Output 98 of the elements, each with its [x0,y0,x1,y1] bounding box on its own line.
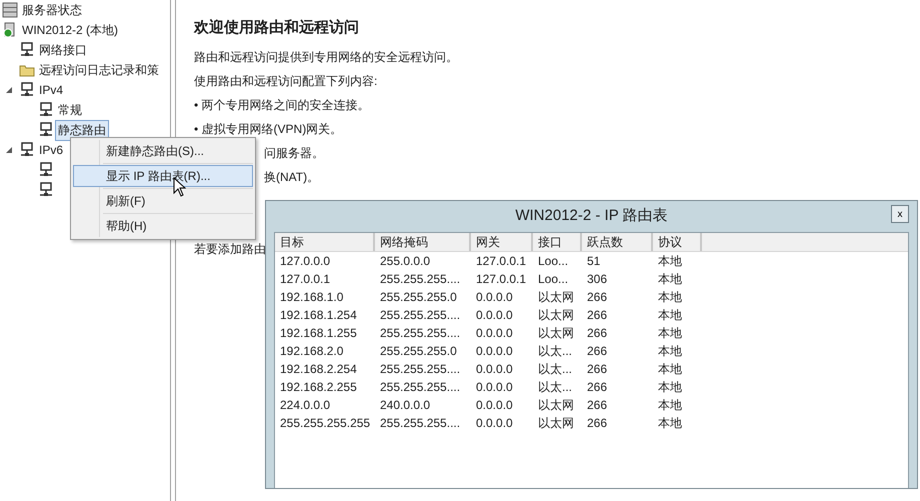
table-cell-text: 127.0.0.1 [475,271,528,288]
column-header[interactable]: 跃点数 [582,233,653,251]
column-header[interactable]: 网络掩码 [375,233,471,251]
table-cell-text: 255.255.255.0 [379,343,458,360]
table-cell-text: 本地 [657,415,683,432]
table-cell-text: 以太网 [537,415,575,432]
table-cell-text: 255.255.255.... [379,379,462,396]
table-cell-text: 以太网 [537,325,575,342]
table-cell-text: 本地 [657,343,683,360]
server-rack-icon [2,2,18,18]
table-cell-text: 本地 [657,379,683,396]
table-cell-text: 266 [586,361,608,378]
table-cell-text: 以太网 [537,397,575,414]
computer-icon [38,162,54,178]
table-cell-text: 255.255.255.255 [279,415,372,432]
table-cell-text: 192.168.2.254 [279,361,358,378]
table-cell-text: 192.168.2.255 [279,379,358,396]
body-text: 若要添加路由 [194,241,266,258]
table-cell-text: 266 [586,325,608,342]
folder-icon [19,63,35,77]
column-header[interactable]: 网关 [471,233,533,251]
table-cell-text: 以太... [537,379,574,396]
table-cell-text: 127.0.0.1 [475,253,528,270]
table-cell-text: 266 [586,343,608,360]
table-cell-text: 0.0.0.0 [475,289,514,306]
menu-item[interactable]: 新建静态路由(S)... [73,140,253,162]
computer-icon [19,82,35,98]
table-cell-text: 255.255.255.... [379,325,462,342]
column-header[interactable]: 协议 [653,233,702,251]
table-cell-text: 本地 [657,253,683,270]
table-cell-text: 192.168.1.0 [279,289,344,306]
computer-icon [19,42,35,58]
body-text: 路由和远程访问提供到专用网络的安全远程访问。 [194,49,458,66]
tree-item[interactable]: 静态路由 [55,120,109,140]
table-cell-text: 127.0.0.1 [279,271,332,288]
table-cell-text: 0.0.0.0 [475,397,514,414]
table-cell-text: 127.0.0.0 [279,253,332,270]
table-cell-text: 266 [586,307,608,324]
table-cell-text: 0.0.0.0 [475,307,514,324]
table-cell-text: 本地 [657,325,683,342]
tree-item[interactable]: IPv4 [36,81,66,99]
table-cell-text: 224.0.0.0 [279,397,332,414]
table-cell-text: 0.0.0.0 [475,361,514,378]
table-cell-text: Loo... [537,253,570,270]
table-cell-text: 0.0.0.0 [475,325,514,342]
table-cell-text: 0.0.0.0 [475,415,514,432]
column-header[interactable]: 接口 [533,233,582,251]
tree-item[interactable]: 服务器状态 [19,0,85,20]
table-cell-text: 192.168.1.254 [279,307,358,324]
body-text: • 虚拟专用网络(VPN)网关。 [194,121,342,138]
expand-arrow-icon[interactable] [5,146,13,154]
table-cell-text: Loo... [537,271,570,288]
table-cell-text: 0.0.0.0 [475,379,514,396]
body-text: 换(NAT)。 [264,169,320,186]
table-cell-text: 本地 [657,397,683,414]
body-text: • 两个专用网络之间的安全连接。 [194,97,370,114]
table-cell-text: 255.255.255.0 [379,289,458,306]
table-cell-text: 266 [586,379,608,396]
table-cell-text: 51 [586,253,602,270]
table-cell-text: 192.168.1.255 [279,325,358,342]
table-cell-text: 本地 [657,307,683,324]
menu-item[interactable]: 刷新(F) [73,190,253,212]
table-cell-text: 本地 [657,361,683,378]
table-cell-text: 以太... [537,361,574,378]
tree-item[interactable]: WIN2012-2 (本地) [19,20,122,40]
body-text: 问服务器。 [264,145,324,162]
welcome-heading: 欢迎使用路由和远程访问 [194,18,360,37]
table-cell-text: 266 [586,415,608,432]
computer-icon [19,142,35,158]
menu-item[interactable]: 帮助(H) [73,215,253,237]
table-cell-text: 255.255.255.... [379,361,462,378]
table-cell-text: 以太... [537,343,574,360]
table-cell-text: 0.0.0.0 [475,343,514,360]
computer-icon [38,182,54,198]
table-cell-text: 以太网 [537,289,575,306]
table-cell-text: 192.168.2.0 [279,343,344,360]
table-cell-text: 240.0.0.0 [379,397,432,414]
table-cell-text: 255.255.255.... [379,415,462,432]
expand-arrow-icon[interactable] [5,86,13,94]
table-cell-text: 266 [586,289,608,306]
computer-icon [38,122,54,138]
tree-item[interactable]: 网络接口 [36,40,90,60]
dialog-title: WIN2012-2 - IP 路由表 [515,206,668,224]
tree-item[interactable]: 远程访问日志记录和策 [36,60,162,80]
table-cell-text: 255.0.0.0 [379,253,432,270]
table-cell-text: 本地 [657,271,683,288]
computer-icon [38,102,54,118]
table-cell-text: 255.255.255.... [379,307,462,324]
tree-item[interactable]: 常规 [55,100,85,120]
table-cell-text: 本地 [657,289,683,306]
table-cell-text: 266 [586,397,608,414]
column-header[interactable]: 目标 [275,233,375,251]
body-text: 使用路由和远程访问配置下列内容: [194,73,378,90]
close-button[interactable]: x [891,205,909,223]
table-cell-text: 255.255.255.... [379,271,462,288]
tree-item[interactable]: IPv6 [36,141,66,159]
table-cell-text: 以太网 [537,307,575,324]
table-cell-text: 306 [586,271,608,288]
